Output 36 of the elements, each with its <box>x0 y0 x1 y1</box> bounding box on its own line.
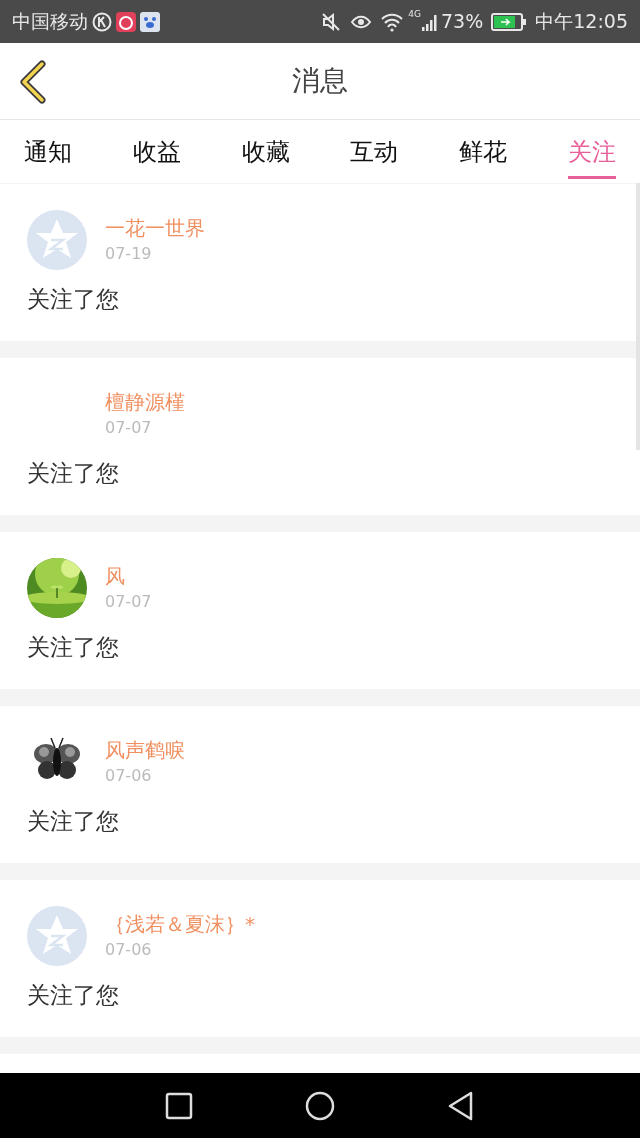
user-name[interactable]: 风声鹤唳 <box>105 736 185 764</box>
home-button[interactable] <box>305 1090 335 1121</box>
message-text: 关注了您 <box>27 285 120 314</box>
paw-icon <box>140 11 160 32</box>
tab[interactable]: 通知 <box>24 133 72 179</box>
tab[interactable]: 收益 <box>132 133 181 179</box>
message-date: 07-19 <box>105 243 153 265</box>
carrier-name: 中国移动 <box>12 9 88 35</box>
page-title: 消息 <box>292 63 348 99</box>
message-date: 07-06 <box>105 939 153 961</box>
wifi-icon <box>380 11 405 32</box>
user-name[interactable]: 风 <box>105 562 152 590</box>
user-name[interactable]: ｛浅若＆夏沫｝* <box>105 910 255 938</box>
default-avatar-icon <box>27 906 87 966</box>
message-text: 关注了您 <box>27 981 120 1010</box>
app-notification-icon <box>92 11 112 32</box>
app-notification-icon <box>116 11 136 32</box>
message-text: 关注了您 <box>27 633 120 662</box>
back-nav-button[interactable] <box>447 1090 475 1121</box>
tab[interactable]: 收藏 <box>241 133 290 179</box>
tab[interactable]: 互动 <box>350 133 399 179</box>
user-name[interactable]: 一花一世界 <box>105 214 205 242</box>
battery-icon <box>491 11 528 32</box>
battery-percent: 73% <box>441 9 484 35</box>
recent-apps-button[interactable] <box>165 1091 193 1120</box>
clock-time: 中午12:05 <box>535 9 628 35</box>
user-name[interactable]: 檀静源槿 <box>105 388 185 416</box>
message-text: 关注了您 <box>27 459 120 488</box>
message-date: 07-06 <box>105 765 153 787</box>
message-text: 关注了您 <box>27 807 120 836</box>
tab[interactable]: 关注 <box>568 133 616 179</box>
tab[interactable]: 鲜花 <box>459 133 508 179</box>
network-type: 4G <box>408 8 421 21</box>
default-avatar-icon <box>27 210 87 270</box>
message-date: 07-07 <box>105 417 153 439</box>
message-date: 07-07 <box>105 591 152 613</box>
